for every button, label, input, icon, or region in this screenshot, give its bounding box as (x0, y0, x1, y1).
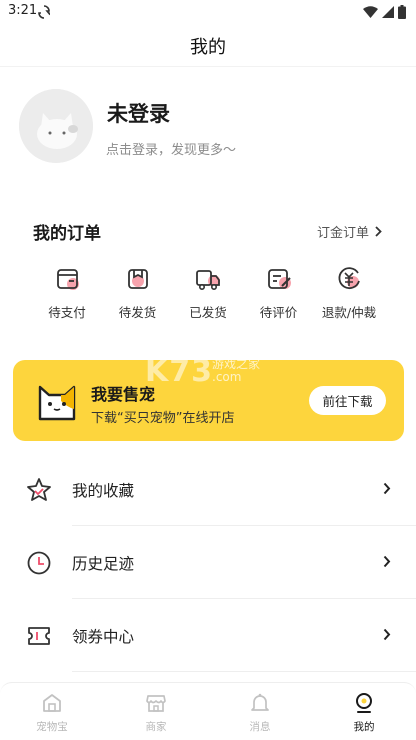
order-label: 已发货 (189, 305, 227, 320)
order-label: 退款/仲裁 (321, 305, 377, 320)
divider (72, 598, 416, 599)
header-divider (0, 66, 416, 67)
tab-label: 消息 (249, 721, 271, 733)
menu-item-coupons[interactable]: 领券中心 (0, 600, 416, 672)
tab-messages[interactable]: 消息 (208, 683, 312, 740)
watermark-domain: .com (212, 370, 242, 384)
profile-name[interactable]: 未登录 (107, 98, 170, 128)
refund-icon (338, 267, 360, 290)
review-icon (267, 269, 291, 289)
tab-label: 我的 (353, 721, 375, 733)
status-indicators (363, 5, 406, 19)
deposit-orders-label: 订金订单 (316, 226, 369, 241)
chevron-right-icon (383, 482, 391, 495)
battery-icon (398, 5, 406, 19)
status-time: 3:21 (8, 3, 38, 18)
store-icon (146, 695, 166, 712)
wallet-icon (57, 269, 79, 290)
deposit-orders-link[interactable]: 订金订单 (317, 222, 382, 241)
tab-label: 宠物宝 (36, 721, 68, 733)
order-refund[interactable]: 退款/仲裁 (314, 264, 384, 321)
profile-subtitle[interactable]: 点击登录，发现更多～ (106, 139, 236, 158)
watermark-logo: K73 (145, 354, 213, 389)
package-icon (127, 269, 148, 289)
bottom-tab-bar: 宠物宝 商家 消息 我的 (0, 682, 416, 740)
signal-icon (382, 6, 394, 18)
order-label: 待支付 (48, 305, 86, 320)
order-shipped[interactable]: 已发货 (173, 264, 243, 321)
tab-home[interactable]: 宠物宝 (0, 683, 104, 740)
coupon-icon (28, 627, 50, 645)
clock-icon (27, 551, 51, 575)
order-pending-payment[interactable]: 待支付 (32, 264, 102, 321)
chevron-right-icon (383, 628, 391, 641)
order-pending-shipment[interactable]: 待发货 (103, 264, 173, 321)
tab-store[interactable]: 商家 (104, 683, 208, 740)
cat-avatar-icon (19, 89, 93, 163)
tab-profile[interactable]: 我的 (312, 683, 416, 740)
star-icon (27, 478, 51, 501)
order-status-row: 待支付 待发货 已发货 待评价 退款/仲裁 (32, 264, 384, 321)
page-title: 我的 (190, 37, 226, 58)
menu-item-favorites[interactable]: 我的收藏 (0, 454, 416, 526)
menu-item-history[interactable]: 历史足迹 (0, 527, 416, 599)
bell-icon (251, 693, 269, 711)
status-bar: 3:21 (0, 0, 416, 26)
banner-subtitle: 下载“买只宠物”在线开店 (91, 411, 235, 426)
sync-icon (38, 4, 53, 23)
divider (72, 671, 416, 672)
orders-title: 我的订单 (33, 224, 101, 244)
tab-label: 商家 (145, 721, 167, 733)
home-icon (43, 694, 61, 712)
order-label: 待评价 (259, 305, 298, 320)
profile-icon (356, 693, 372, 713)
chevron-right-icon (383, 555, 391, 568)
avatar[interactable] (19, 89, 93, 163)
cat-mascot-icon (38, 385, 76, 421)
order-label: 待发货 (118, 305, 157, 320)
wifi-icon (363, 6, 378, 18)
menu-label: 领券中心 (72, 628, 135, 646)
divider (72, 525, 416, 526)
order-pending-review[interactable]: 待评价 (244, 264, 314, 321)
menu-label: 我的收藏 (72, 482, 135, 500)
chevron-right-icon (375, 226, 382, 237)
download-button[interactable]: 前往下载 (309, 386, 386, 415)
truck-icon (196, 270, 220, 290)
menu-label: 历史足迹 (72, 555, 135, 573)
